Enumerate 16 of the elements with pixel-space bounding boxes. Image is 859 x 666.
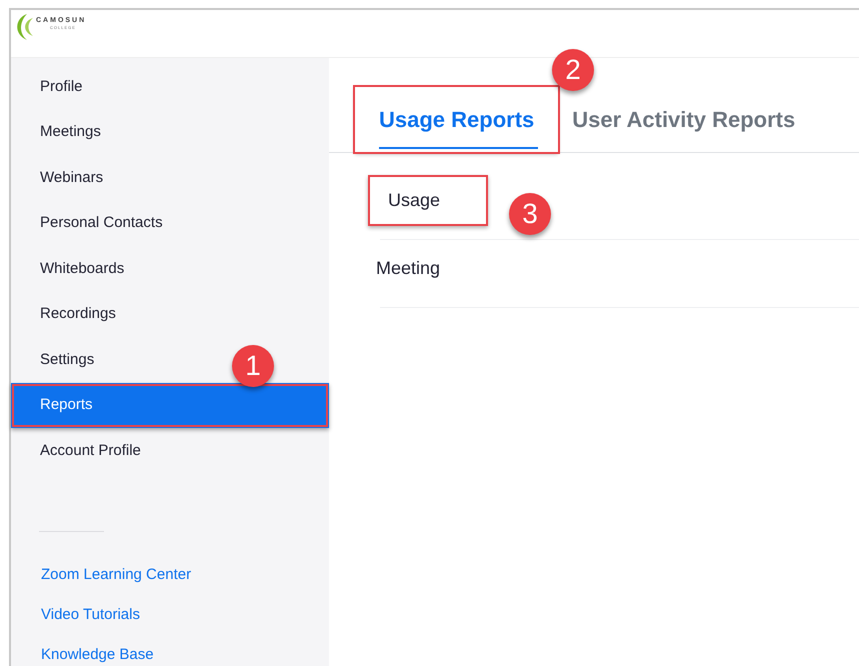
sidebar-item[interactable]: Meetings <box>36 110 105 155</box>
step-number-badge: 3 <box>509 193 551 235</box>
step-number-badge: 2 <box>552 49 594 91</box>
sidebar-item[interactable]: Account Profile <box>36 428 145 474</box>
sidebar-item[interactable]: Webinars <box>36 155 108 200</box>
help-link[interactable]: Zoom Learning Center <box>41 564 192 584</box>
sidebar-item[interactable]: Settings <box>36 337 98 382</box>
sidebar-item[interactable]: Personal Contacts <box>36 200 167 246</box>
report-link[interactable]: Usage <box>368 175 488 226</box>
sidebar-item[interactable]: Profile <box>36 64 87 110</box>
help-link[interactable]: Knowledge Base <box>41 644 154 664</box>
sidebar-item[interactable]: Whiteboards <box>36 246 128 292</box>
sidebar-item[interactable]: Reports <box>11 382 329 428</box>
help-link[interactable]: Video Tutorials <box>41 604 140 624</box>
sidebar-item[interactable]: Recordings <box>36 292 120 337</box>
report-link[interactable]: Meeting <box>368 243 440 294</box>
